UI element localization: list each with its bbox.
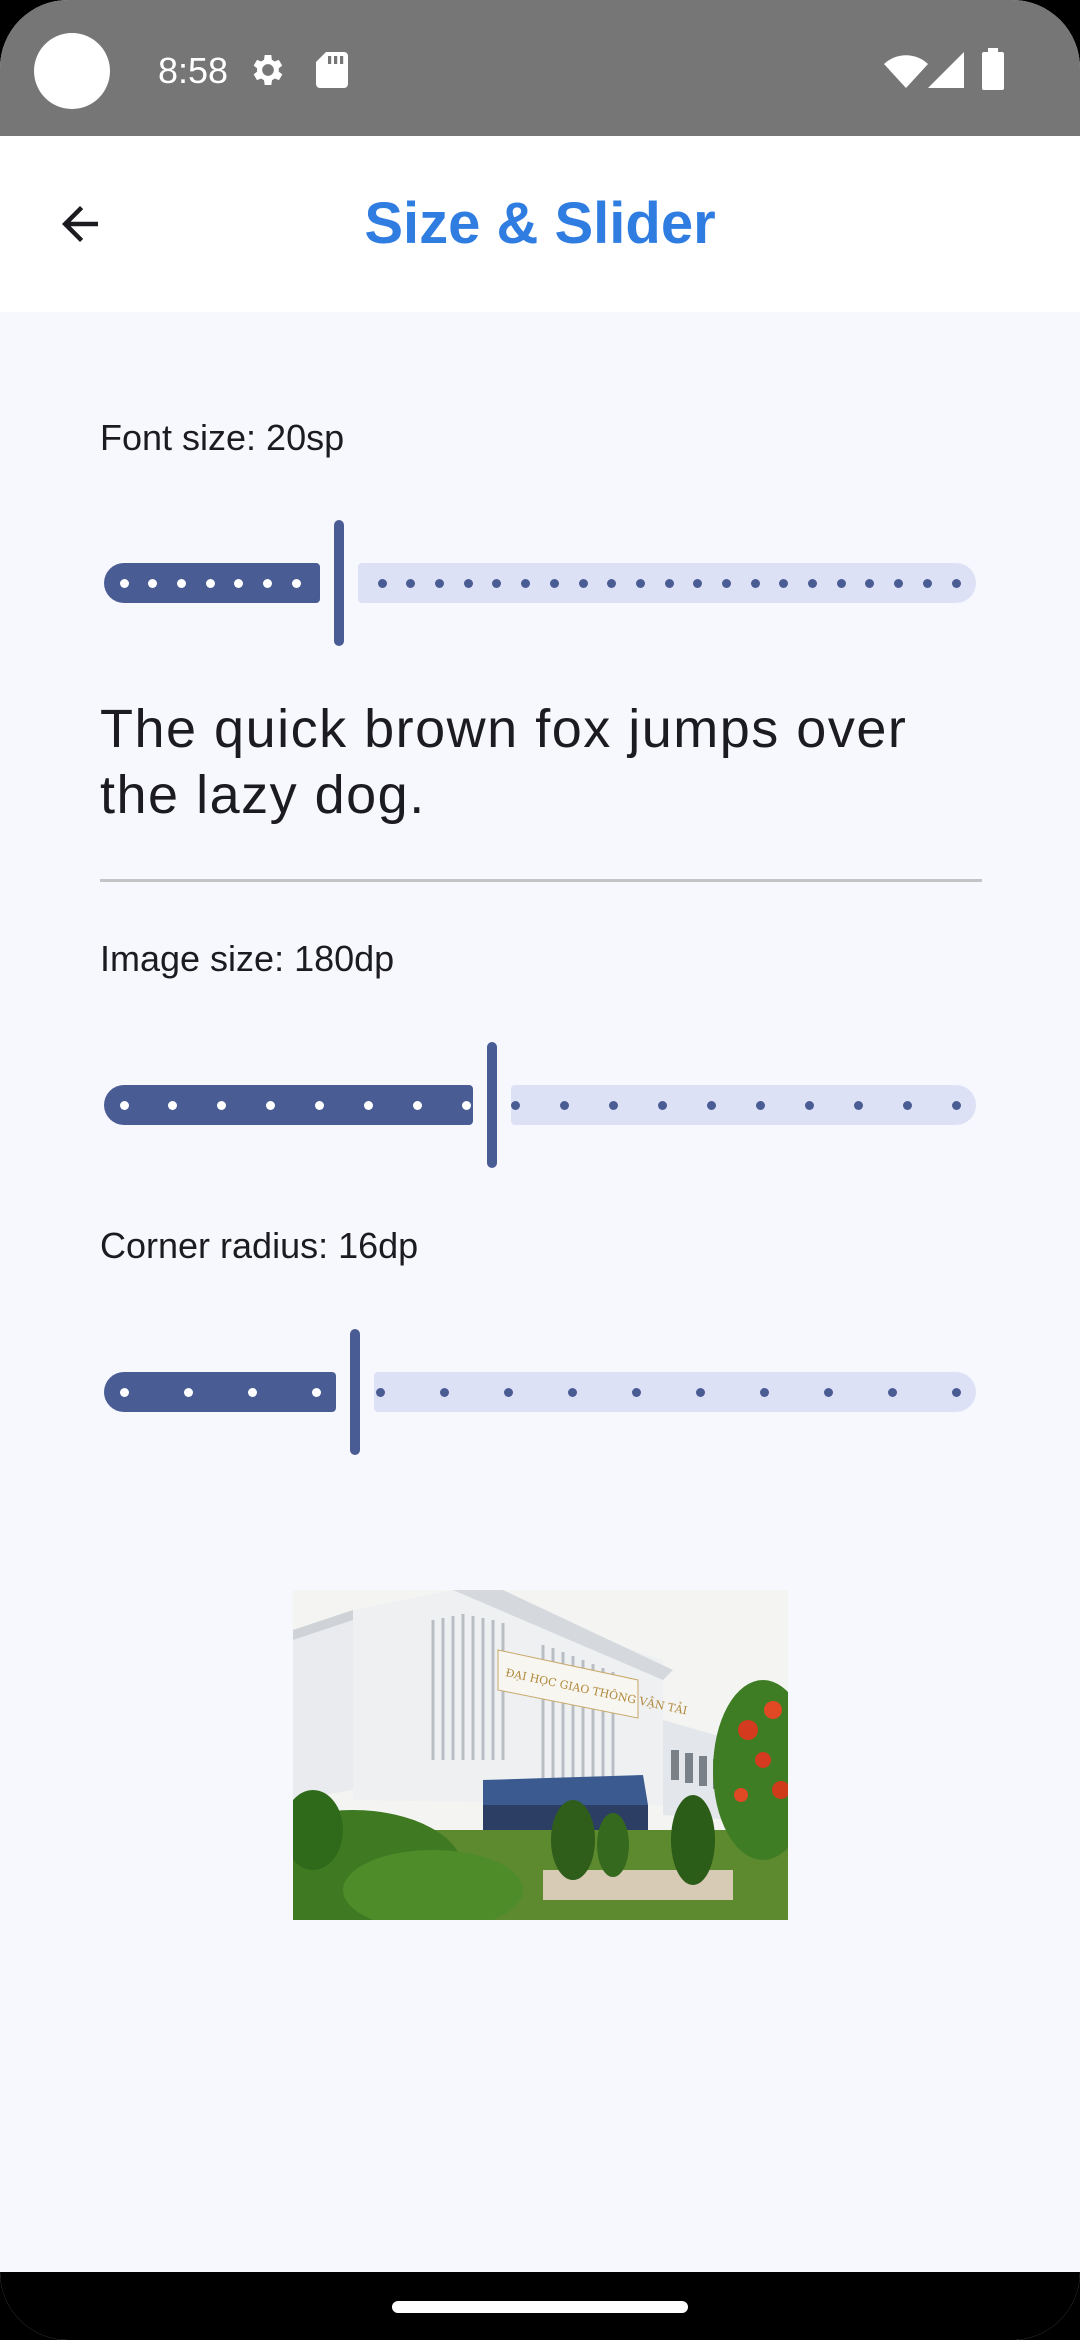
slider-tick xyxy=(722,579,731,588)
slider-tick xyxy=(952,1388,961,1397)
slider-tick xyxy=(579,579,588,588)
slider-tick xyxy=(217,1101,226,1110)
slider-tick xyxy=(120,1101,129,1110)
slider-tick xyxy=(894,579,903,588)
slider-tick xyxy=(693,579,702,588)
slider-tick xyxy=(521,579,530,588)
image-size-label: Image size: 180dp xyxy=(100,938,395,979)
slider-tick xyxy=(837,579,846,588)
slider-tick xyxy=(263,579,272,588)
slider-tick xyxy=(751,579,760,588)
slider-tick xyxy=(607,579,616,588)
slider-tick xyxy=(696,1388,705,1397)
slider-tick xyxy=(406,579,415,588)
slider-tick xyxy=(266,1101,275,1110)
slider-tick xyxy=(315,1101,324,1110)
slider-tick xyxy=(292,579,301,588)
slider-tick xyxy=(248,1388,257,1397)
slider-tick xyxy=(492,579,501,588)
slider-tick xyxy=(550,579,559,588)
campus-building-image: ĐẠI HỌC GIAO THÔNG VẬN TẢI xyxy=(293,1590,788,1920)
slider-tick xyxy=(805,1101,814,1110)
slider-tick xyxy=(184,1388,193,1397)
slider-tick xyxy=(707,1101,716,1110)
wifi-icon xyxy=(884,55,928,88)
slider-tick xyxy=(312,1388,321,1397)
slider-tick xyxy=(568,1388,577,1397)
slider-tick xyxy=(824,1388,833,1397)
slider-tick xyxy=(756,1101,765,1110)
slider-tick xyxy=(808,579,817,588)
slider-tick xyxy=(464,579,473,588)
slider-tick xyxy=(952,1101,961,1110)
slider-tick xyxy=(120,1388,129,1397)
camera-cutout xyxy=(34,33,110,109)
signal-icon xyxy=(928,52,964,88)
slider-tick xyxy=(665,579,674,588)
home-indicator[interactable] xyxy=(392,2301,688,2313)
page-title: Size & Slider xyxy=(364,191,716,256)
slider-tick xyxy=(462,1101,471,1110)
image-size-slider[interactable] xyxy=(104,1042,976,1168)
slider-tick xyxy=(923,579,932,588)
slider-tick xyxy=(952,579,961,588)
slider-inactive-track xyxy=(374,1372,976,1412)
slider-tick xyxy=(435,579,444,588)
top-app-bar: Size & Slider xyxy=(0,136,1080,312)
slider-active-track xyxy=(104,1372,336,1412)
screen: 8:58 Size & Slider Font size: 20sp The q… xyxy=(0,0,1080,2340)
slider-tick xyxy=(658,1101,667,1110)
slider-tick xyxy=(854,1101,863,1110)
slider-tick xyxy=(364,1101,373,1110)
font-size-slider[interactable] xyxy=(104,520,976,646)
slider-tick xyxy=(206,579,215,588)
status-time: 8:58 xyxy=(158,50,229,91)
slider-tick xyxy=(168,1101,177,1110)
sd-card-icon xyxy=(316,52,348,88)
slider-tick xyxy=(632,1388,641,1397)
slider-tick xyxy=(865,579,874,588)
slider-tick xyxy=(511,1101,520,1110)
slider-tick xyxy=(609,1101,618,1110)
corner-radius-slider[interactable] xyxy=(104,1329,976,1455)
slider-tick xyxy=(903,1101,912,1110)
slider-tick xyxy=(376,1388,385,1397)
slider-tick xyxy=(636,579,645,588)
slider-tick xyxy=(177,579,186,588)
slider-thumb[interactable] xyxy=(350,1329,360,1455)
slider-tick xyxy=(560,1101,569,1110)
slider-thumb[interactable] xyxy=(334,520,344,646)
slider-tick xyxy=(760,1388,769,1397)
status-bar: 8:58 xyxy=(0,0,1080,136)
slider-tick xyxy=(148,579,157,588)
sample-text: The quick brown fox jumps over the lazy … xyxy=(100,699,908,825)
divider xyxy=(100,879,982,882)
slider-tick xyxy=(413,1101,422,1110)
slider-tick xyxy=(378,579,387,588)
slider-thumb[interactable] xyxy=(487,1042,497,1168)
slider-tick xyxy=(234,579,243,588)
slider-tick xyxy=(440,1388,449,1397)
slider-tick xyxy=(888,1388,897,1397)
slider-tick xyxy=(504,1388,513,1397)
slider-tick xyxy=(120,579,129,588)
settings-gear-icon xyxy=(253,55,283,85)
battery-icon xyxy=(982,48,1004,90)
font-size-label: Font size: 20sp xyxy=(100,417,345,458)
slider-tick xyxy=(779,579,788,588)
campus-building-photo: ĐẠI HỌC GIAO THÔNG VẬN TẢI xyxy=(293,1590,788,1920)
corner-radius-label: Corner radius: 16dp xyxy=(100,1225,419,1266)
